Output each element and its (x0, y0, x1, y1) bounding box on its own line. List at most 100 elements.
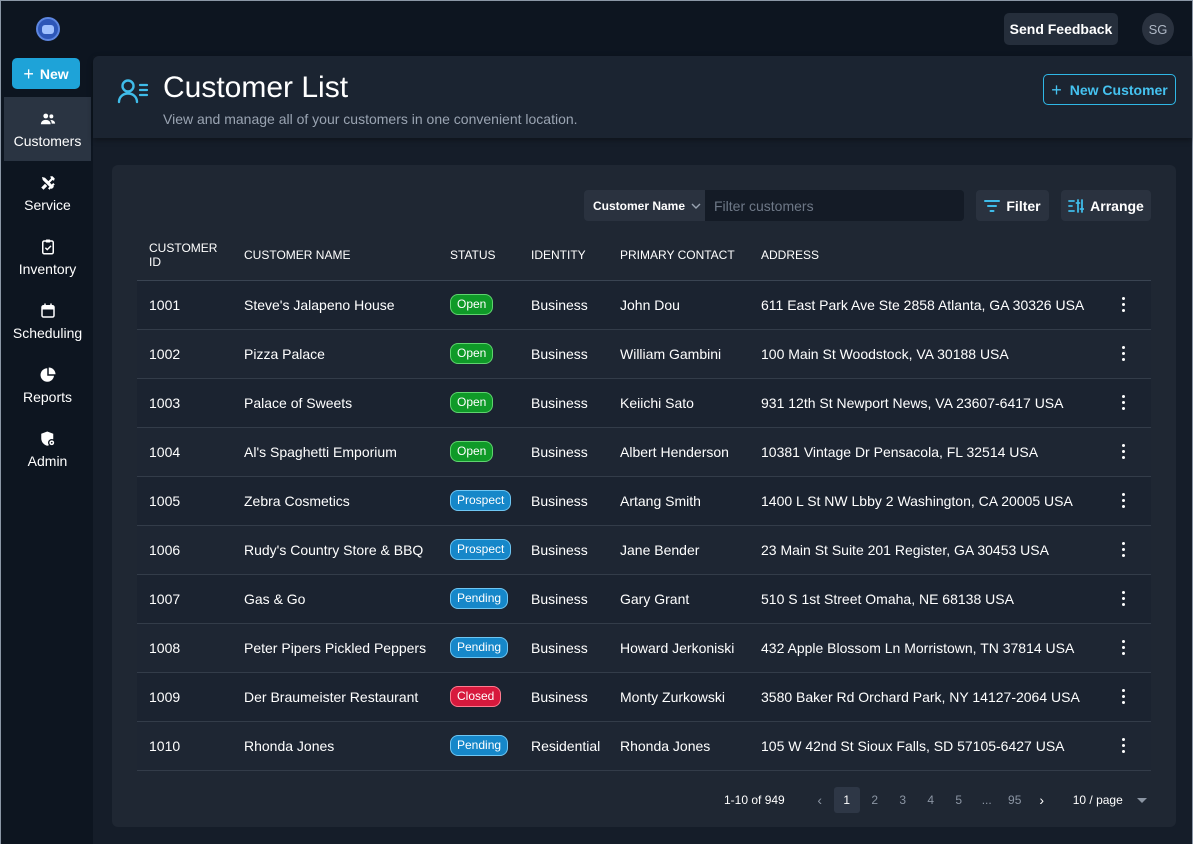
more-options-icon[interactable] (1113, 444, 1133, 459)
pagination-page[interactable]: 95 (1001, 787, 1029, 813)
cell-address: 611 East Park Ave Ste 2858 Atlanta, GA 3… (749, 280, 1101, 330)
column-header-status[interactable]: STATUS (438, 231, 519, 281)
cell-actions (1101, 623, 1151, 673)
table-row[interactable]: 1006 Rudy's Country Store & BBQ Prospect Bu… (137, 525, 1151, 575)
arrange-button[interactable]: Arrange (1061, 190, 1151, 221)
cell-customer-name[interactable]: Steve's Jalapeno House (232, 280, 438, 330)
more-options-icon[interactable] (1113, 395, 1133, 410)
app-logo-icon[interactable] (36, 17, 60, 41)
cell-customer-name[interactable]: Zebra Cosmetics (232, 476, 438, 526)
cell-customer-name[interactable]: Rudy's Country Store & BBQ (232, 525, 438, 575)
cell-customer-name[interactable]: Der Braumeister Restaurant (232, 672, 438, 722)
cell-address: 100 Main St Woodstock, VA 30188 USA (749, 329, 1101, 379)
table-row[interactable]: 1001 Steve's Jalapeno House Open Business Jo… (137, 280, 1151, 330)
table-row[interactable]: 1008 Peter Pipers Pickled Peppers Pending B… (137, 623, 1151, 673)
chevron-right-icon[interactable]: › (1029, 792, 1055, 808)
pagination-page[interactable]: 3 (889, 787, 917, 813)
new-customer-label: New Customer (1069, 81, 1168, 98)
more-options-icon[interactable] (1113, 591, 1133, 606)
cell-identity: Residential (519, 721, 608, 771)
cell-address: 510 S 1st Street Omaha, NE 68138 USA (749, 574, 1101, 624)
pagination-page[interactable]: 1 (833, 787, 860, 813)
more-options-icon[interactable] (1113, 493, 1133, 508)
sidebar-item-label: Service (24, 196, 71, 213)
calendar-icon (40, 303, 55, 318)
status-badge: Open (450, 343, 494, 364)
new-button-label: New (39, 65, 69, 82)
sidebar-item-admin[interactable]: Admin (4, 417, 91, 481)
cell-primary-contact: Monty Zurkowski (608, 672, 749, 722)
cell-status: Open (438, 378, 519, 428)
cell-customer-name[interactable]: Gas & Go (232, 574, 438, 624)
cell-primary-contact: Rhonda Jones (608, 721, 749, 771)
cell-customer-name[interactable]: Palace of Sweets (232, 378, 438, 428)
status-badge: Open (450, 441, 494, 462)
cell-customer-name[interactable]: Rhonda Jones (232, 721, 438, 771)
cell-customer-id: 1003 (137, 378, 232, 428)
sidebar-item-service[interactable]: Service (4, 161, 91, 225)
cell-address: 23 Main St Suite 201 Register, GA 30453 … (749, 525, 1101, 575)
new-button[interactable]: + New (12, 58, 80, 89)
more-options-icon[interactable] (1113, 346, 1133, 361)
more-options-icon[interactable] (1113, 542, 1133, 557)
table-row[interactable]: 1010 Rhonda Jones Pending Residential Rhonda… (137, 721, 1151, 771)
more-options-icon[interactable] (1113, 738, 1133, 753)
column-header-customer-id[interactable]: CUSTOMER ID (137, 231, 232, 281)
column-header-customer-name[interactable]: CUSTOMER NAME (232, 231, 438, 281)
search-group: Customer Name (584, 190, 964, 221)
chevron-left-icon[interactable]: ‹ (807, 792, 833, 808)
pagination-page[interactable]: 4 (917, 787, 945, 813)
column-header-identity[interactable]: IDENTITY (519, 231, 608, 281)
cell-identity: Business (519, 525, 608, 575)
table-row[interactable]: 1007 Gas & Go Pending Business Gary Grant 510… (137, 574, 1151, 624)
sidebar-item-reports[interactable]: Reports (4, 353, 91, 417)
sidebar-item-label: Inventory (18, 260, 77, 277)
page-size-select[interactable]: 10 / page (1073, 793, 1147, 807)
cell-actions (1101, 329, 1151, 379)
cell-identity: Business (519, 623, 608, 673)
cell-customer-id: 1002 (137, 329, 232, 379)
sidebar-item-scheduling[interactable]: Scheduling (4, 289, 91, 353)
more-options-icon[interactable] (1113, 297, 1133, 312)
sidebar-item-customers[interactable]: Customers (4, 97, 91, 161)
cell-status: Open (438, 329, 519, 379)
filter-button[interactable]: Filter (976, 190, 1049, 221)
cell-address: 10381 Vintage Dr Pensacola, FL 32514 USA (749, 427, 1101, 477)
users-icon (40, 113, 55, 124)
cell-customer-name[interactable]: Peter Pipers Pickled Peppers (232, 623, 438, 673)
cell-primary-contact: Jane Bender (608, 525, 749, 575)
sidebar-item-label: Scheduling (12, 324, 83, 341)
customer-list-icon (117, 79, 149, 104)
cell-status: Closed (438, 672, 519, 722)
column-header-primary-contact[interactable]: PRIMARY CONTACT (608, 231, 749, 281)
cell-address: 931 12th St Newport News, VA 23607-6417 … (749, 378, 1101, 428)
search-field-select[interactable]: Customer Name (584, 190, 705, 221)
arrange-icon (1068, 198, 1085, 213)
table-row[interactable]: 1002 Pizza Palace Open Business William Gamb… (137, 329, 1151, 379)
pagination-page[interactable]: 5 (945, 787, 973, 813)
table-row[interactable]: 1003 Palace of Sweets Open Business Keiichi … (137, 378, 1151, 428)
filter-icon (984, 199, 1001, 212)
cell-customer-id: 1004 (137, 427, 232, 477)
column-header-address[interactable]: ADDRESS (749, 231, 1101, 281)
table-row[interactable]: 1005 Zebra Cosmetics Prospect Business Artan… (137, 476, 1151, 526)
sidebar-item-inventory[interactable]: Inventory (4, 225, 91, 289)
cell-identity: Business (519, 378, 608, 428)
table-row[interactable]: 1004 Al's Spaghetti Emporium Open Business A… (137, 427, 1151, 477)
user-avatar[interactable]: SG (1142, 13, 1174, 45)
cell-customer-id: 1010 (137, 721, 232, 771)
cell-customer-name[interactable]: Pizza Palace (232, 329, 438, 379)
table-row[interactable]: 1009 Der Braumeister Restaurant Closed Busi… (137, 672, 1151, 722)
cell-address: 432 Apple Blossom Ln Morristown, TN 3781… (749, 623, 1101, 673)
pagination: 1-10 of 949 ‹ 1 2 3 4 5... 95 › 10 / page (724, 787, 1147, 813)
send-feedback-button[interactable]: Send Feedback (1004, 13, 1118, 45)
more-options-icon[interactable] (1113, 640, 1133, 655)
new-customer-button[interactable]: + New Customer (1043, 74, 1176, 105)
cell-primary-contact: Albert Henderson (608, 427, 749, 477)
pagination-page[interactable]: 2 (861, 787, 889, 813)
pagination-total: 1-10 of 949 (724, 793, 785, 807)
search-input[interactable] (705, 190, 964, 221)
cell-customer-name[interactable]: Al's Spaghetti Emporium (232, 427, 438, 477)
cell-primary-contact: John Dou (608, 280, 749, 330)
more-options-icon[interactable] (1113, 689, 1133, 704)
